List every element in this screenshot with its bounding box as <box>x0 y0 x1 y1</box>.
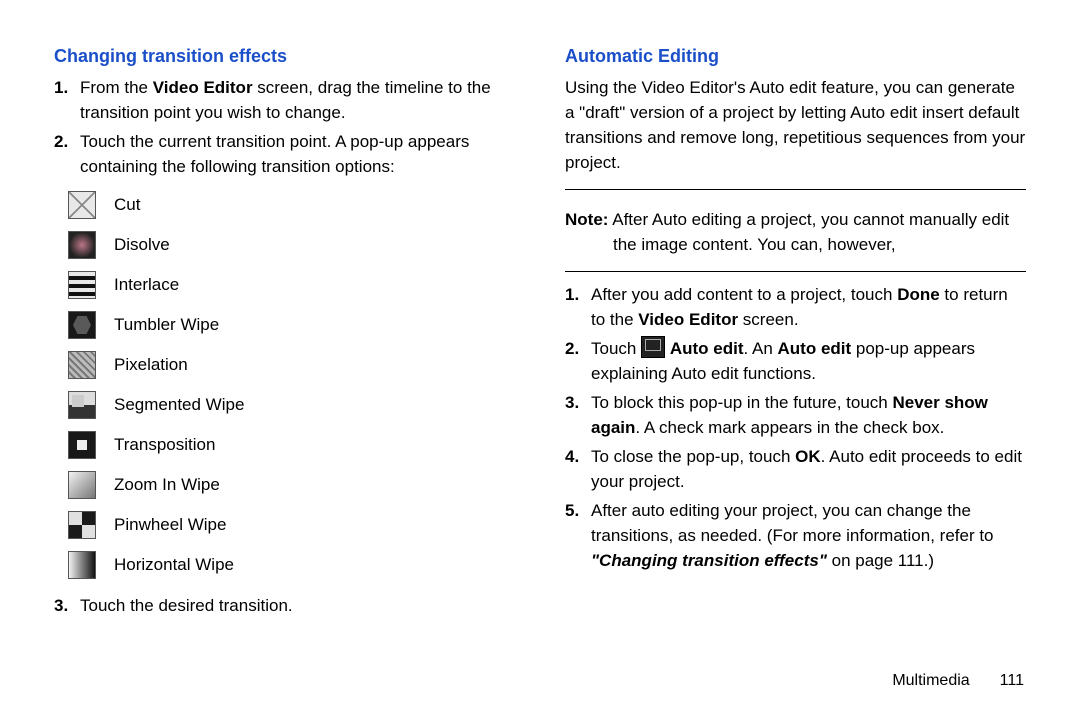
bold-text: Done <box>897 285 940 304</box>
pinwheel-wipe-icon <box>68 511 96 539</box>
bold-text: Auto edit <box>670 339 744 358</box>
text: After you add content to a project, touc… <box>591 285 897 304</box>
text: To block this pop-up in the future, touc… <box>591 393 892 412</box>
text: To close the pop-up, touch <box>591 447 795 466</box>
transition-label: Interlace <box>114 275 179 295</box>
step-number: 5. <box>565 498 591 573</box>
text: screen. <box>738 310 798 329</box>
left-steps-cont: 3. Touch the desired transition. <box>54 593 515 618</box>
bold-text: Video Editor <box>153 78 253 97</box>
step-number: 3. <box>54 593 80 618</box>
note-label: Note: <box>565 210 608 229</box>
step-body: To block this pop-up in the future, touc… <box>591 390 1026 440</box>
transition-horizontal: Horizontal Wipe <box>68 545 515 585</box>
note-block: Note: After Auto editing a project, you … <box>565 207 1026 257</box>
transition-label: Horizontal Wipe <box>114 555 234 575</box>
step-body: After auto editing your project, you can… <box>591 498 1026 573</box>
pixelation-icon <box>68 351 96 379</box>
right-step-4: 4. To close the pop-up, touch OK. Auto e… <box>565 444 1026 494</box>
transition-zoom: Zoom In Wipe <box>68 465 515 505</box>
interlace-icon <box>68 271 96 299</box>
left-steps: 1. From the Video Editor screen, drag th… <box>54 75 515 179</box>
disolve-icon <box>68 231 96 259</box>
step-body: Touch the desired transition. <box>80 593 515 618</box>
tumbler-wipe-icon <box>68 311 96 339</box>
transition-disolve: Disolve <box>68 225 515 265</box>
step-body: From the Video Editor screen, drag the t… <box>80 75 515 125</box>
transition-label: Segmented Wipe <box>114 395 244 415</box>
step-number: 2. <box>54 129 80 179</box>
divider <box>565 271 1026 272</box>
step-number: 2. <box>565 336 591 386</box>
step-number: 1. <box>54 75 80 125</box>
right-step-1: 1. After you add content to a project, t… <box>565 282 1026 332</box>
footer-page-number: 111 <box>1000 672 1024 689</box>
intro-paragraph: Using the Video Editor's Auto edit featu… <box>565 75 1026 175</box>
right-step-2: 2. Touch Auto edit. An Auto edit pop-up … <box>565 336 1026 386</box>
text: . A check mark appears in the check box. <box>635 418 944 437</box>
transition-label: Cut <box>114 195 140 215</box>
transition-interlace: Interlace <box>68 265 515 305</box>
bold-text: Auto edit <box>778 339 852 358</box>
bold-italic-text: "Changing transition effects" <box>591 551 827 570</box>
transition-label: Transposition <box>114 435 215 455</box>
text: on page 111.) <box>827 551 934 570</box>
step-body: Touch Auto edit. An Auto edit pop-up app… <box>591 336 1026 386</box>
footer-section: Multimedia <box>892 672 969 689</box>
bold-text: OK <box>795 447 821 466</box>
transition-segmented: Segmented Wipe <box>68 385 515 425</box>
text: From the <box>80 78 153 97</box>
left-step-3: 3. Touch the desired transition. <box>54 593 515 618</box>
text: . An <box>743 339 777 358</box>
step-body: After you add content to a project, touc… <box>591 282 1026 332</box>
right-step-5: 5. After auto editing your project, you … <box>565 498 1026 573</box>
transition-label: Pinwheel Wipe <box>114 515 226 535</box>
transition-pixelation: Pixelation <box>68 345 515 385</box>
transition-cut: Cut <box>68 185 515 225</box>
note-body: After Auto editing a project, you cannot… <box>608 210 1009 254</box>
bold-text: Video Editor <box>638 310 738 329</box>
page-footer: Multimedia 111 <box>892 672 1024 690</box>
right-step-3: 3. To block this pop-up in the future, t… <box>565 390 1026 440</box>
cut-icon <box>68 191 96 219</box>
segmented-wipe-icon <box>68 391 96 419</box>
transition-label: Zoom In Wipe <box>114 475 220 495</box>
zoom-in-wipe-icon <box>68 471 96 499</box>
transition-list: Cut Disolve Interlace Tumbler Wipe Pixel… <box>68 185 515 585</box>
transition-pinwheel: Pinwheel Wipe <box>68 505 515 545</box>
transition-label: Disolve <box>114 235 170 255</box>
step-number: 3. <box>565 390 591 440</box>
left-step-2: 2. Touch the current transition point. A… <box>54 129 515 179</box>
transition-tumbler: Tumbler Wipe <box>68 305 515 345</box>
heading-changing-transition: Changing transition effects <box>54 46 515 67</box>
transition-label: Tumbler Wipe <box>114 315 219 335</box>
heading-automatic-editing: Automatic Editing <box>565 46 1026 67</box>
auto-edit-icon <box>641 336 665 358</box>
transition-label: Pixelation <box>114 355 188 375</box>
right-column: Automatic Editing Using the Video Editor… <box>565 46 1026 622</box>
divider <box>565 189 1026 190</box>
step-body: To close the pop-up, touch OK. Auto edit… <box>591 444 1026 494</box>
horizontal-wipe-icon <box>68 551 96 579</box>
step-number: 4. <box>565 444 591 494</box>
transition-transposition: Transposition <box>68 425 515 465</box>
transposition-icon <box>68 431 96 459</box>
step-body: Touch the current transition point. A po… <box>80 129 515 179</box>
page: Changing transition effects 1. From the … <box>0 0 1080 720</box>
right-steps: 1. After you add content to a project, t… <box>565 282 1026 573</box>
step-number: 1. <box>565 282 591 332</box>
two-column-layout: Changing transition effects 1. From the … <box>54 46 1026 622</box>
text: After auto editing your project, you can… <box>591 501 994 545</box>
left-column: Changing transition effects 1. From the … <box>54 46 515 622</box>
left-step-1: 1. From the Video Editor screen, drag th… <box>54 75 515 125</box>
text: Touch <box>591 339 641 358</box>
